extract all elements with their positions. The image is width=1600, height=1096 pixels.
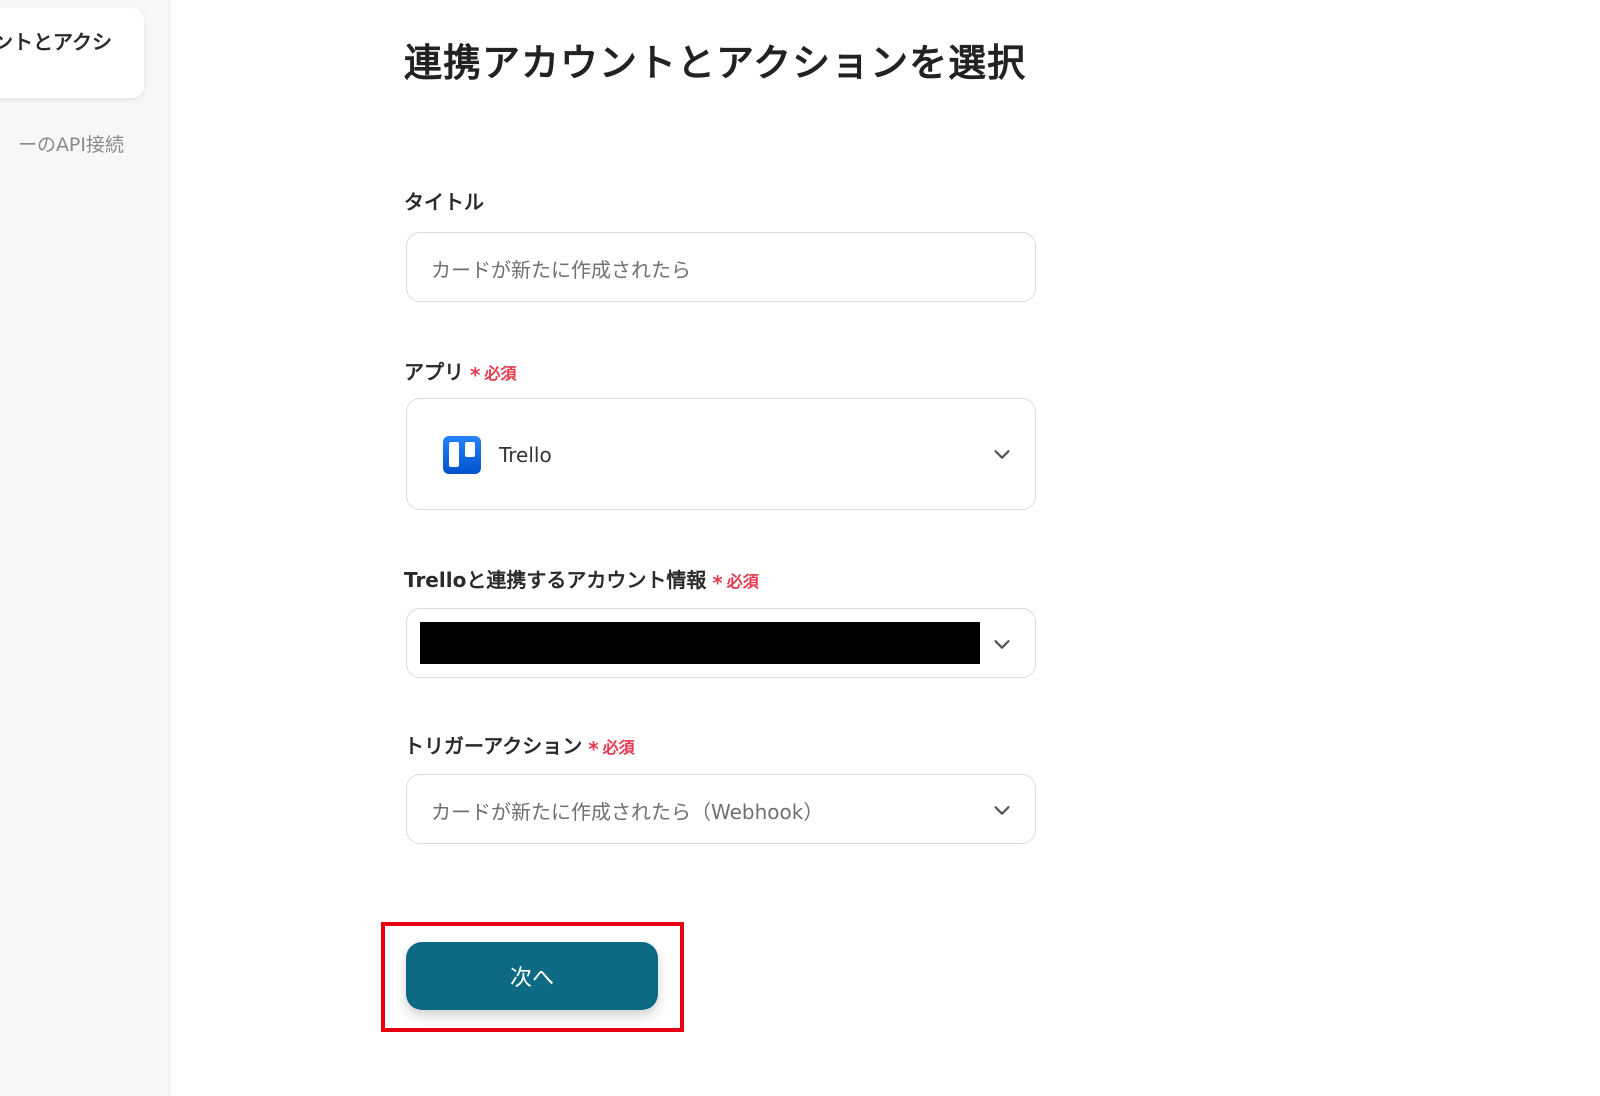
app-select[interactable]: Trello xyxy=(406,398,1036,510)
required-text: 必須 xyxy=(602,738,635,757)
sidebar-step-label: ントとアクシ xyxy=(0,30,112,54)
trigger-action-select[interactable]: カードが新たに作成されたら（Webhook） xyxy=(406,774,1036,844)
sidebar-step-account-action[interactable]: ントとアクシ xyxy=(0,8,144,98)
trigger-field-label: トリガーアクション * 必須 xyxy=(404,730,635,761)
title-field-label: タイトル xyxy=(404,186,484,215)
chevron-down-icon xyxy=(994,806,1010,815)
account-select[interactable] xyxy=(406,608,1036,678)
account-label-text: Trelloと連携するアカウント情報 xyxy=(404,568,707,592)
title-label-text: タイトル xyxy=(404,190,484,214)
next-button[interactable]: 次へ xyxy=(406,942,658,1010)
trello-logo-icon xyxy=(443,436,481,474)
required-badge: * 必須 xyxy=(588,737,635,761)
required-text: 必須 xyxy=(484,364,517,383)
trigger-select-value: カードが新たに作成されたら（Webhook） xyxy=(431,800,824,824)
chevron-down-icon xyxy=(994,640,1010,649)
required-badge: * 必須 xyxy=(712,571,759,595)
page-title: 連携アカウントとアクションを選択 xyxy=(404,41,1027,85)
app-label-text: アプリ xyxy=(404,360,464,384)
required-asterisk: * xyxy=(470,363,481,387)
sidebar-step-api-connection[interactable]: ーのAPI接続 xyxy=(0,130,124,157)
required-badge: * 必須 xyxy=(470,363,517,387)
trigger-label-text: トリガーアクション xyxy=(404,734,583,758)
required-text: 必須 xyxy=(726,572,759,591)
chevron-down-icon xyxy=(994,450,1010,459)
required-asterisk: * xyxy=(712,571,723,595)
redacted-account-value xyxy=(420,622,980,664)
title-input[interactable]: カードが新たに作成されたら xyxy=(406,232,1036,302)
sidebar: ントとアクシ ーのAPI接続 xyxy=(0,0,170,1096)
account-field-label: Trelloと連携するアカウント情報 * 必須 xyxy=(404,564,759,595)
app-select-value: Trello xyxy=(499,443,552,467)
required-asterisk: * xyxy=(588,737,599,761)
title-input-value: カードが新たに作成されたら xyxy=(431,258,691,282)
app-field-label: アプリ * 必須 xyxy=(404,356,516,387)
